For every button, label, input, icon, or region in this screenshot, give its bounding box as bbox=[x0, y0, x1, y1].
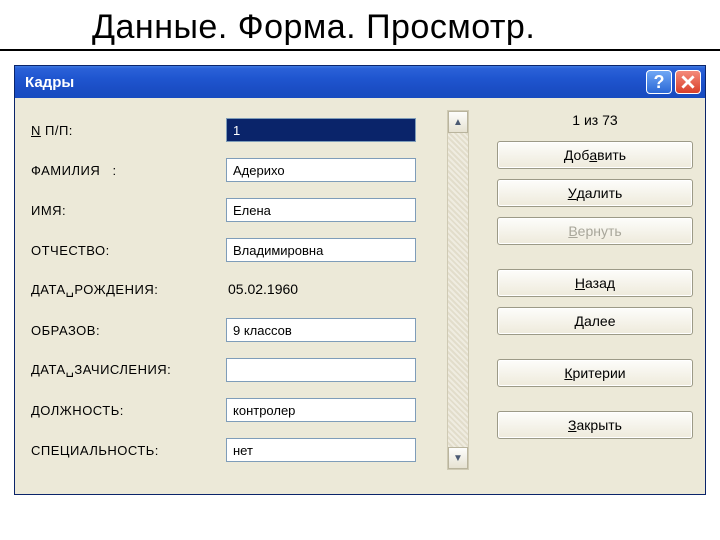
label-npp: N П/П: bbox=[31, 123, 226, 138]
label-patronymic: ОТЧЕСТВО: bbox=[31, 243, 226, 258]
page-heading: Данные. Форма. Просмотр. bbox=[0, 0, 720, 51]
window-title: Кадры bbox=[25, 74, 643, 91]
label-birthdate: ДАТА␣РОЖДЕНИЯ: bbox=[31, 282, 226, 298]
close-icon bbox=[681, 75, 695, 89]
input-education[interactable] bbox=[226, 318, 416, 342]
restore-button: Вернуть bbox=[497, 217, 693, 245]
form-scrollbar[interactable]: ▲ ▼ bbox=[447, 110, 469, 470]
input-patronymic[interactable] bbox=[226, 238, 416, 262]
close-button[interactable]: Закрыть bbox=[497, 411, 693, 439]
input-name[interactable] bbox=[226, 198, 416, 222]
criteria-button[interactable]: Критерии bbox=[497, 359, 693, 387]
label-enrolldate: ДАТА␣ЗАЧИСЛЕНИЯ: bbox=[31, 362, 226, 378]
add-button[interactable]: Добавить bbox=[497, 141, 693, 169]
input-npp[interactable] bbox=[226, 118, 416, 142]
value-birthdate: 05.02.1960 bbox=[226, 281, 298, 297]
chevron-down-icon: ▼ bbox=[453, 453, 463, 464]
form-fields: N П/П: ФАМИЛИЯ : ИМЯ: ОТЧЕСТВО: ДАТА␣РОЖ… bbox=[31, 110, 441, 470]
close-window-button[interactable] bbox=[675, 70, 701, 94]
label-name: ИМЯ: bbox=[31, 203, 226, 218]
dialog-window: Кадры ? N П/П: ФАМИЛИЯ : ИМЯ: ОТЧЕСТВО: bbox=[14, 65, 706, 495]
input-position[interactable] bbox=[226, 398, 416, 422]
scroll-down-button[interactable]: ▼ bbox=[448, 447, 468, 469]
delete-button[interactable]: Удалить bbox=[497, 179, 693, 207]
record-counter: 1 из 73 bbox=[497, 110, 693, 136]
back-button[interactable]: Назад bbox=[497, 269, 693, 297]
help-button[interactable]: ? bbox=[646, 70, 672, 94]
label-surname: ФАМИЛИЯ : bbox=[31, 163, 226, 178]
titlebar[interactable]: Кадры ? bbox=[15, 66, 705, 98]
side-buttons: 1 из 73 Добавить Удалить Вернуть Назад Д… bbox=[469, 110, 693, 470]
input-enrolldate[interactable] bbox=[226, 358, 416, 382]
client-area: N П/П: ФАМИЛИЯ : ИМЯ: ОТЧЕСТВО: ДАТА␣РОЖ… bbox=[15, 98, 705, 494]
help-icon: ? bbox=[654, 72, 665, 93]
next-button[interactable]: Далее bbox=[497, 307, 693, 335]
scroll-track[interactable] bbox=[448, 133, 468, 447]
input-surname[interactable] bbox=[226, 158, 416, 182]
label-position: ДОЛЖНОСТЬ: bbox=[31, 403, 226, 418]
scroll-up-button[interactable]: ▲ bbox=[448, 111, 468, 133]
input-specialty[interactable] bbox=[226, 438, 416, 462]
label-specialty: СПЕЦИАЛЬНОСТЬ: bbox=[31, 443, 226, 458]
chevron-up-icon: ▲ bbox=[453, 117, 463, 128]
label-education: ОБРАЗОВ: bbox=[31, 323, 226, 338]
